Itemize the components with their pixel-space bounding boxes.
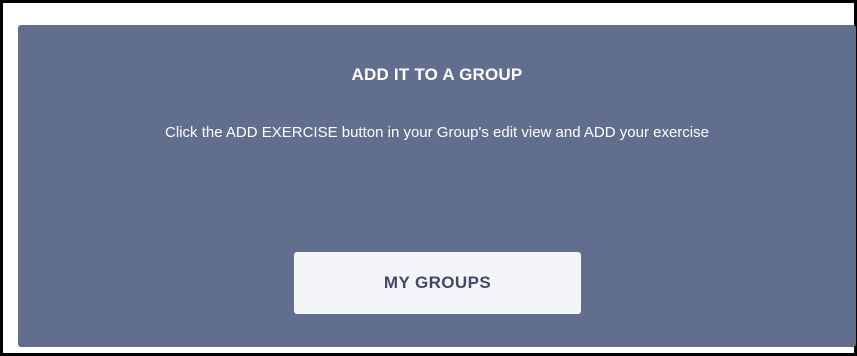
add-to-group-card: ADD IT TO A GROUP Click the ADD EXERCISE… bbox=[18, 25, 856, 347]
card-description: Click the ADD EXERCISE button in your Gr… bbox=[165, 124, 709, 141]
screenshot-frame: ADD IT TO A GROUP Click the ADD EXERCISE… bbox=[0, 0, 857, 356]
my-groups-button[interactable]: MY GROUPS bbox=[294, 252, 581, 314]
card-title: ADD IT TO A GROUP bbox=[351, 65, 523, 84]
